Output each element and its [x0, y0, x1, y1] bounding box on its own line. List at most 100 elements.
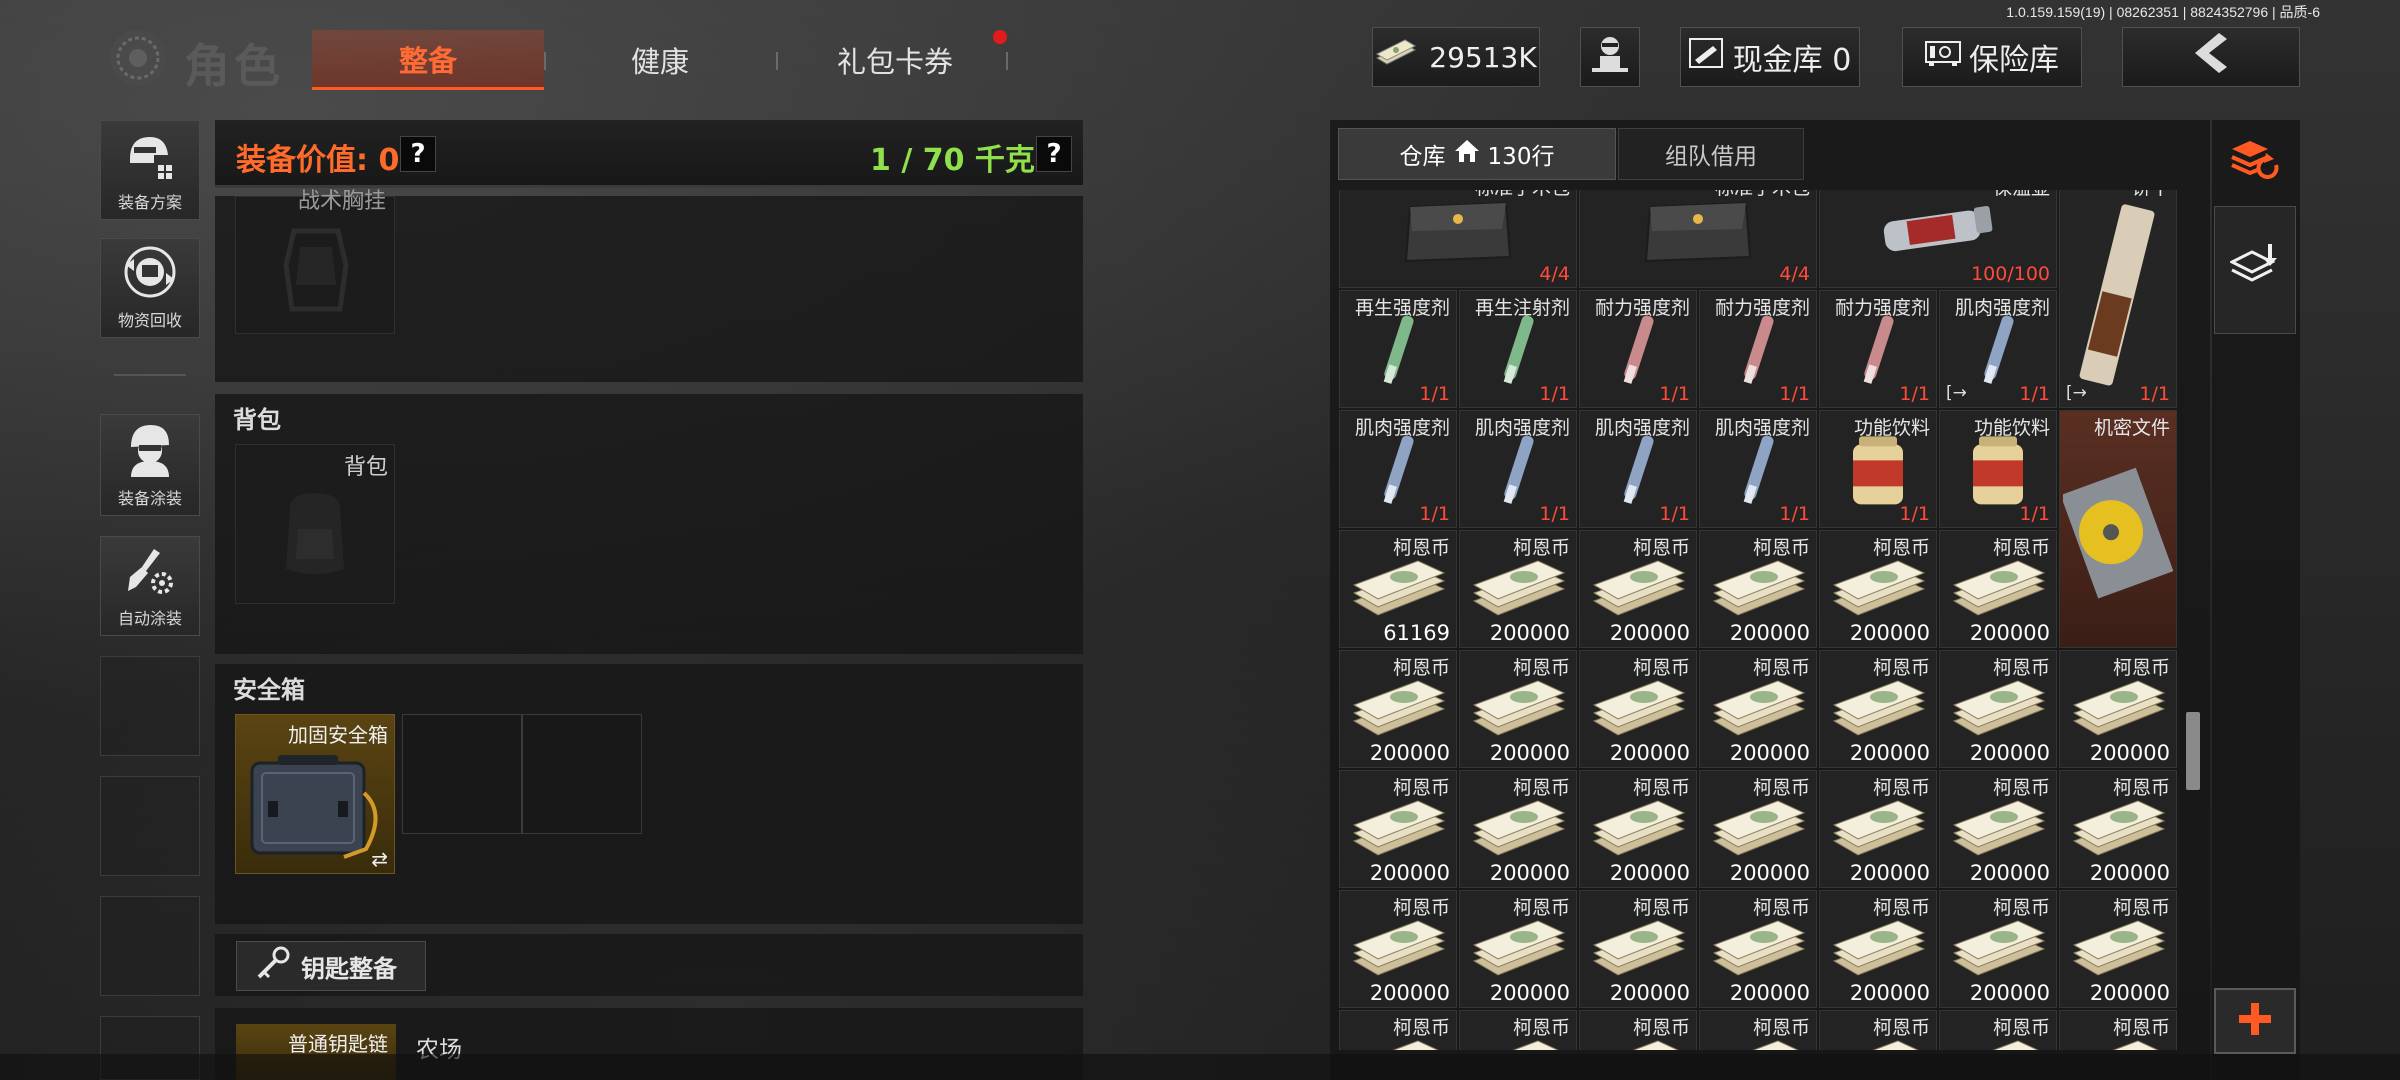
item-name: 肌肉强度剂	[1474, 417, 1570, 439]
warehouse-item[interactable]: 柯恩币 200000	[2059, 770, 2177, 888]
warehouse-item[interactable]: 柯恩币 200000	[1579, 530, 1697, 648]
cash-icon	[1375, 38, 1417, 76]
item-name: 柯恩币	[1632, 897, 1690, 919]
item-count: 1/1	[1539, 503, 1570, 525]
helmet-grid-icon	[124, 131, 176, 185]
item-count: 1/1	[1659, 383, 1690, 405]
cash-vault-button[interactable]: 现金库 0	[1680, 27, 1860, 87]
add-row-button[interactable]	[2214, 988, 2296, 1054]
warehouse-item[interactable]: 柯恩币 200000	[1939, 650, 2057, 768]
warehouse-item[interactable]: 机密文件	[2059, 410, 2177, 648]
warehouse-item[interactable]: 柯恩币 200000	[1459, 650, 1577, 768]
warehouse-item[interactable]: 肌肉强度剂 1/1	[1699, 410, 1817, 528]
keys-loadout-button[interactable]: 钥匙整备	[236, 941, 426, 991]
warehouse-item[interactable]: 柯恩币 200000	[2059, 650, 2177, 768]
warehouse-item[interactable]: 柯恩币 200000	[1579, 770, 1697, 888]
warehouse-item[interactable]: 柯恩币 200000	[1939, 890, 2057, 1008]
stack-items-button[interactable]	[2214, 206, 2296, 334]
sort-button[interactable]	[2214, 122, 2296, 202]
tab-health[interactable]: 健康	[560, 30, 760, 90]
warehouse-item[interactable]: 标准手术包 4/4	[1339, 190, 1577, 288]
warehouse-item[interactable]: 柯恩币 200000	[1699, 770, 1817, 888]
warehouse-item[interactable]: 饼干 1/1 [→	[2059, 190, 2177, 408]
tab-gift-cards[interactable]: 礼包卡券	[790, 30, 1000, 90]
warehouse-item[interactable]: 柯恩币 200000	[1339, 890, 1457, 1008]
warehouse-item[interactable]: 柯恩币	[1339, 1010, 1457, 1050]
warehouse-item[interactable]: 柯恩币 200000	[2059, 890, 2177, 1008]
profile-button[interactable]	[1580, 27, 1640, 87]
sidebar-item-recycle[interactable]: 物资回收	[100, 238, 200, 338]
warehouse-item[interactable]: 柯恩币 200000	[1339, 770, 1457, 888]
warehouse-item[interactable]: 功能饮料 1/1	[1939, 410, 2057, 528]
warehouse-item[interactable]: 功能饮料 1/1	[1819, 410, 1937, 528]
item-name: 柯恩币	[1752, 1017, 1810, 1039]
warehouse-item[interactable]: 柯恩币	[1819, 1010, 1937, 1050]
operator-icon	[1590, 32, 1630, 82]
warehouse-item[interactable]: 标准手术包 4/4	[1579, 190, 1817, 288]
money-icon	[1708, 915, 1808, 989]
sidebar-item-loadout-plan[interactable]: 装备方案	[100, 120, 200, 220]
warehouse-item[interactable]: 再生强度剂 1/1	[1339, 290, 1457, 408]
safe-box-grid-cell[interactable]	[402, 714, 522, 834]
warehouse-item[interactable]: 柯恩币 200000	[1459, 770, 1577, 888]
warehouse-item[interactable]: 肌肉强度剂 1/1	[1459, 410, 1577, 528]
item-count: 200000	[1729, 621, 1810, 645]
warehouse-scrollbar[interactable]	[2186, 712, 2200, 790]
warehouse-item[interactable]: 柯恩币 200000	[1699, 530, 1817, 648]
backpack-slot[interactable]: 背包	[235, 444, 395, 604]
warehouse-item[interactable]: 柯恩币 61169	[1339, 530, 1457, 648]
item-count: 200000	[1369, 861, 1450, 885]
tab-divider	[1006, 52, 1008, 70]
warehouse-item[interactable]: 柯恩币	[1459, 1010, 1577, 1050]
warehouse-item[interactable]: 柯恩币	[1579, 1010, 1697, 1050]
warehouse-item[interactable]: 柯恩币 200000	[1819, 890, 1937, 1008]
weight-help-button[interactable]: ?	[1036, 136, 1072, 172]
money-icon	[1708, 795, 1808, 869]
sidebar-empty-slot	[100, 776, 200, 876]
tab-equip[interactable]: 整备	[312, 30, 544, 90]
warehouse-item[interactable]: 耐力强度剂 1/1	[1579, 290, 1697, 408]
item-name: 耐力强度剂	[1834, 297, 1930, 319]
keychain-label: 普通钥匙链	[288, 1032, 388, 1056]
item-name: 柯恩币	[1392, 897, 1450, 919]
warehouse-item[interactable]: 再生注射剂 1/1	[1459, 290, 1577, 408]
warehouse-item[interactable]: 柯恩币	[1939, 1010, 2057, 1050]
money-icon	[1948, 795, 2048, 869]
safe-box-grid-cell[interactable]	[522, 714, 642, 834]
sidebar-item-auto-skin[interactable]: 自动涂装	[100, 536, 200, 636]
warehouse-item[interactable]: 柯恩币	[1699, 1010, 1817, 1050]
back-button[interactable]	[2122, 27, 2300, 87]
sidebar-empty-slot	[100, 656, 200, 756]
warehouse-item[interactable]: 柯恩币 200000	[1699, 890, 1817, 1008]
warehouse-item[interactable]: 柯恩币	[2059, 1010, 2177, 1050]
warehouse-item[interactable]: 柯恩币 200000	[1339, 650, 1457, 768]
warehouse-item[interactable]: 柯恩币 200000	[1579, 890, 1697, 1008]
warehouse-item[interactable]: 柯恩币 200000	[1819, 650, 1937, 768]
warehouse-item[interactable]: 肌肉强度剂 1/1	[1579, 410, 1697, 528]
cash-display: 29513K	[1372, 27, 1540, 87]
warehouse-item[interactable]: 柯恩币 200000	[1699, 650, 1817, 768]
money-icon	[1468, 675, 1568, 749]
chest-rig-slot[interactable]: 战术胸挂	[235, 189, 395, 334]
warehouse-item[interactable]: 肌肉强度剂 1/1	[1339, 410, 1457, 528]
safe-vault-button[interactable]: 保险库	[1902, 27, 2082, 87]
warehouse-item[interactable]: 柯恩币 200000	[1819, 530, 1937, 648]
warehouse-item[interactable]: 肌肉强度剂 1/1 [→	[1939, 290, 2057, 408]
warehouse-item[interactable]: 柯恩币 200000	[1819, 770, 1937, 888]
tab-warehouse[interactable]: 仓库 130行	[1338, 128, 1616, 180]
warehouse-item[interactable]: 柯恩币 200000	[1939, 770, 2057, 888]
sidebar-item-skin[interactable]: 装备涂装	[100, 414, 200, 516]
warehouse-item[interactable]: 耐力强度剂 1/1	[1819, 290, 1937, 408]
equipment-value-help-button[interactable]: ?	[400, 136, 436, 172]
warehouse-item[interactable]: 保温壶 100/100	[1819, 190, 2057, 288]
item-count: 61169	[1383, 621, 1450, 645]
inj-pink-icon	[1608, 310, 1668, 394]
warehouse-item[interactable]: 柯恩币 200000	[1939, 530, 2057, 648]
warehouse-item[interactable]: 柯恩币 200000	[1459, 890, 1577, 1008]
money-icon	[1708, 675, 1808, 749]
reinforced-safe-box-slot[interactable]: 加固安全箱 ⇄	[235, 714, 395, 874]
warehouse-item[interactable]: 耐力强度剂 1/1	[1699, 290, 1817, 408]
warehouse-item[interactable]: 柯恩币 200000	[1459, 530, 1577, 648]
warehouse-item[interactable]: 柯恩币 200000	[1579, 650, 1697, 768]
tab-team-borrow[interactable]: 组队借用	[1618, 128, 1804, 180]
